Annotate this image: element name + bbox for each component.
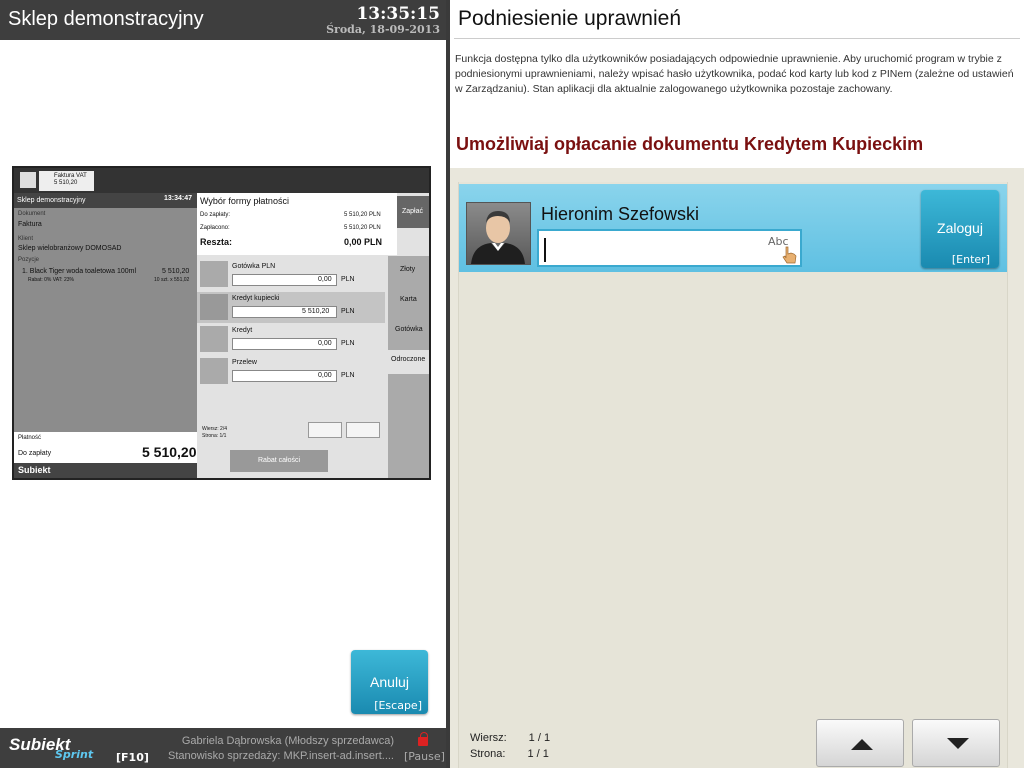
thumb-do-zaplaty-v: 5 510,20 PLN [344,212,381,218]
thumb-method-4: Przelew [232,359,257,366]
thumb-item-qty: 10 szt. x 551,02 [154,277,190,283]
strona-label: Strona: [470,748,506,760]
arrow-up-icon [851,739,873,750]
thumb-pos-label: Pozycje [18,257,40,263]
thumb-method-1-value: 0,00 [318,276,332,283]
store-title: Sklep demonstracyjny [8,8,204,30]
dialog-description: Funkcja dostępna tylko dla użytkowników … [455,53,1014,95]
thumb-strona: Strona: 1/1 [202,433,227,439]
pagination-info: Wiersz: 1 / 1 Strona: 1 / 1 [470,730,550,762]
scroll-down-button[interactable] [912,719,1000,767]
dialog-title: Podniesienie uprawnień [458,7,681,30]
strona-value: 1 / 1 [527,748,549,760]
logged-user: Gabriela Dąbrowska (Młodszy sprzedawca) [181,735,394,747]
thumb-reszta-v: 0,00 PLN [344,237,383,247]
cancel-button[interactable]: Anuluj [Escape] [351,650,428,714]
thumb-method-1-cur: PLN [341,276,355,283]
thumb-title: Sklep demonstracyjny [17,197,86,204]
thumb-client-label: Klient [18,236,34,242]
left-header: Sklep demonstracyjny 13:35:15 Środa, 18-… [0,0,446,40]
lock-icon[interactable] [418,732,428,746]
permission-subtitle: Umożliwiaj opłacanie dokumentu Kredytem … [456,134,924,154]
thumb-method-3-value: 0,00 [318,340,332,347]
login-key-hint: [Enter] [951,253,990,266]
menu-key-hint: [F10] [116,751,149,764]
thumb-client-value: Sklep wielobranżowy DOMOSAD [18,245,122,252]
thumb-top-doc: Faktura VAT [54,173,87,179]
sales-station: Stanowisko sprzedaży: MKP.insert-ad.inse… [167,750,394,762]
touch-hand-icon [782,246,797,264]
title-divider [454,38,1020,39]
thumb-method-1: Gotówka PLN [232,263,276,270]
arrow-down-icon [947,738,969,749]
thumb-top-amount: 5 510,20 [54,180,78,186]
thumb-due-label: Do zapłaty [18,450,52,457]
thumb-doc-value: Faktura [18,221,42,228]
thumb-rabat: Rabat całości [258,457,301,464]
thumb-method-3: Kredyt [232,327,253,334]
thumb-due-value: 5 510,20 [142,444,197,460]
wiersz-value: 1 / 1 [528,732,551,744]
thumb-zaplacono: Zapłacono: [200,225,230,231]
wiersz-label: Wiersz: [470,732,507,744]
thumb-item: 1. Black Tiger woda toaletowa 100ml [22,268,137,275]
thumb-doc-label: Dokument [18,211,46,217]
left-footer: Subiekt Sprint [F10] Gabriela Dąbrowska … [0,728,446,768]
background-screen-thumbnail: Faktura VAT 5 510,20 Sklep demonstracyjn… [12,166,431,480]
thumb-tab-1: Złoty [400,266,416,273]
app-logo-sprint: Sprint [55,748,94,761]
thumb-pay-btn: Zapłać [402,208,424,215]
thumb-method-2: Kredyt kupiecki [232,295,280,302]
thumb-tab-3: Gotówka [395,326,423,333]
user-avatar [466,202,531,265]
text-cursor [544,238,546,262]
pause-key-hint: [Pause] [404,750,445,763]
thumb-reszta: Reszta: [200,237,233,247]
thumb-do-zaplaty: Do zapłaty: [200,212,231,218]
thumb-zaplacono-v: 5 510,20 PLN [344,225,381,231]
thumb-time: 13:34:47 [164,195,193,202]
thumb-tab-2: Karta [400,296,417,303]
login-label: Zaloguj [937,220,983,236]
clock: 13:35:15 [356,4,440,24]
thumb-method-2-cur: PLN [341,308,355,315]
thumb-method-2-value: 5 510,20 [302,308,330,315]
date: Środa, 18-09-2013 [326,23,440,36]
thumb-tab-4: Odroczone [391,356,426,363]
thumb-pay-label: Płatność [18,435,42,441]
thumb-method-3-cur: PLN [341,340,355,347]
thumb-item-sub: Rabat: 0% VAT: 23% [28,277,74,283]
login-button[interactable]: Zaloguj [Enter] [921,190,999,268]
thumb-method-4-value: 0,00 [318,372,332,379]
thumb-method-4-cur: PLN [341,372,355,379]
thumb-right-title: Wybór formy płatności [200,196,289,206]
user-name: Hieronim Szefowski [541,204,700,224]
thumb-item-price: 5 510,20 [162,268,190,275]
thumb-subiekt: Subiekt [18,465,51,475]
cancel-label: Anuluj [370,674,409,690]
password-field[interactable] [537,229,802,267]
thumb-wiersz: Wiersz: 2/4 [202,426,228,432]
scroll-up-button[interactable] [816,719,904,767]
cancel-key-hint: [Escape] [374,699,422,712]
